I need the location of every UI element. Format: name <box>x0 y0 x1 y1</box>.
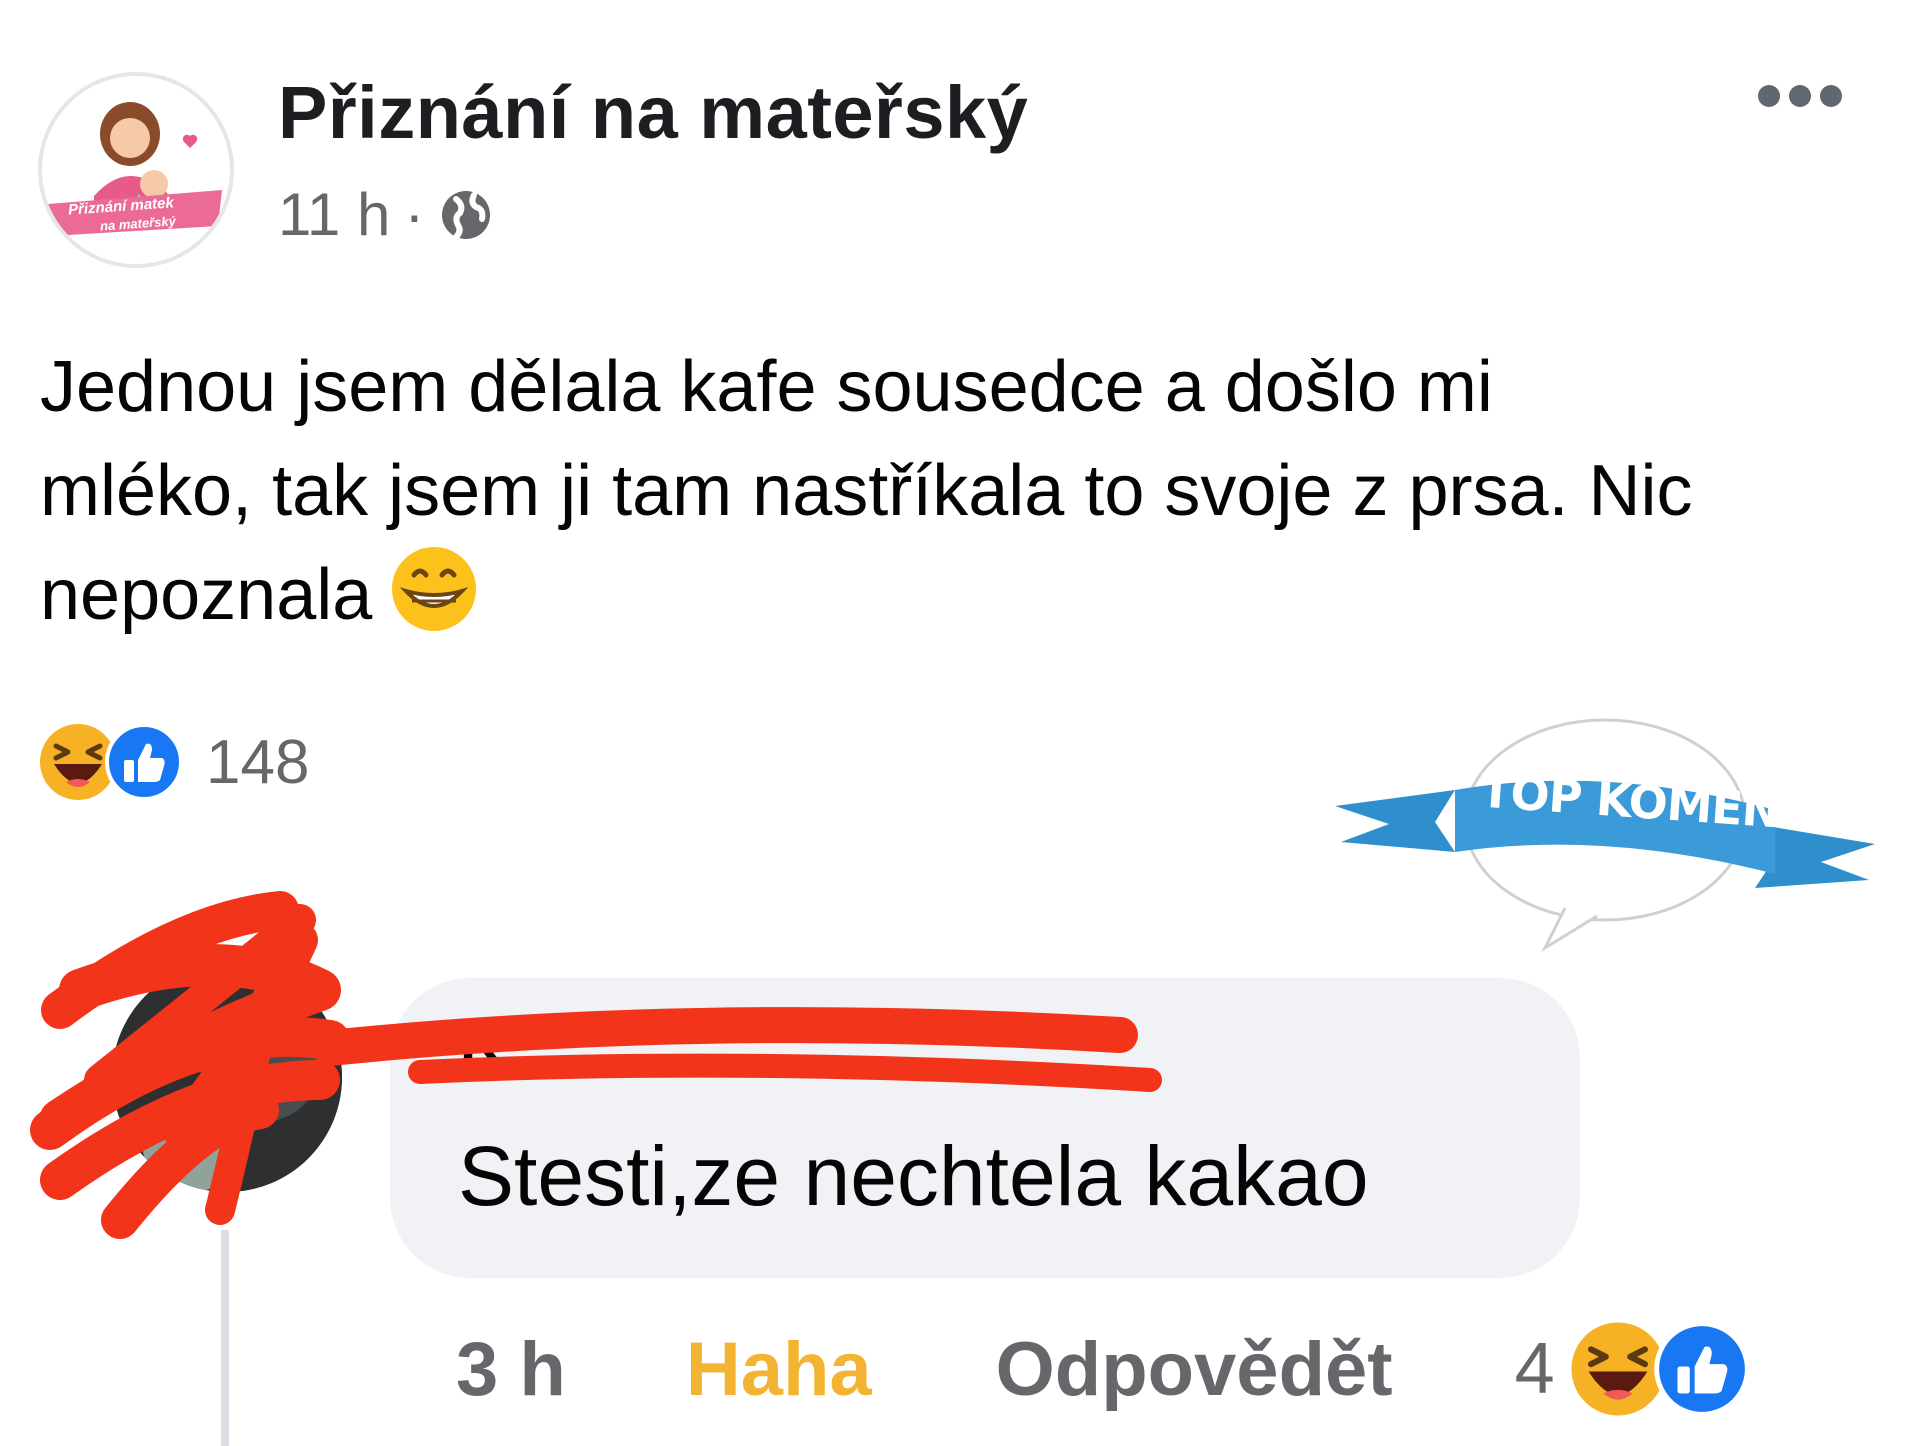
haha-reaction-button[interactable]: Haha <box>686 1326 872 1413</box>
globe-icon[interactable] <box>438 187 494 243</box>
post-text-line: mléko, tak jsem ji tam nastříkala to svo… <box>40 451 1693 531</box>
redaction-scribble <box>30 891 1162 1239</box>
post-time[interactable]: 11 h <box>278 180 390 249</box>
post-meta: 11 h · <box>278 180 494 249</box>
comment-time[interactable]: 3 h <box>456 1326 566 1413</box>
comment-reactions[interactable]: 4 <box>1515 1320 1751 1418</box>
beaming-face-emoji-icon <box>390 545 478 661</box>
thread-line <box>221 1230 229 1446</box>
page-name[interactable]: Přiznání na mateřský <box>278 70 1028 155</box>
like-reaction-icon <box>1653 1320 1751 1418</box>
reaction-count: 148 <box>206 727 310 797</box>
post-reactions[interactable]: 148 <box>38 722 309 802</box>
mother-baby-logo-icon <box>42 76 230 264</box>
meta-separator: · <box>404 181 425 248</box>
post-text: Jednou jsem dělala kafe sousedce a došlo… <box>40 335 1900 661</box>
more-dot-icon <box>1820 85 1842 107</box>
comment-reaction-count: 4 <box>1514 1329 1555 1409</box>
more-options-button[interactable] <box>1758 82 1842 110</box>
like-reaction-icon <box>104 722 184 802</box>
reply-button[interactable]: Odpovědět <box>996 1326 1393 1413</box>
more-dot-icon <box>1758 85 1780 107</box>
post-text-line: Jednou jsem dělala kafe sousedce a došlo… <box>40 347 1493 427</box>
comment-actions: 3 h Haha Odpovědět 4 <box>456 1320 1751 1418</box>
post-text-line: nepoznala <box>40 543 1900 661</box>
more-dot-icon <box>1789 85 1811 107</box>
page-avatar[interactable]: Přiznání matek na mateřský <box>38 72 234 268</box>
